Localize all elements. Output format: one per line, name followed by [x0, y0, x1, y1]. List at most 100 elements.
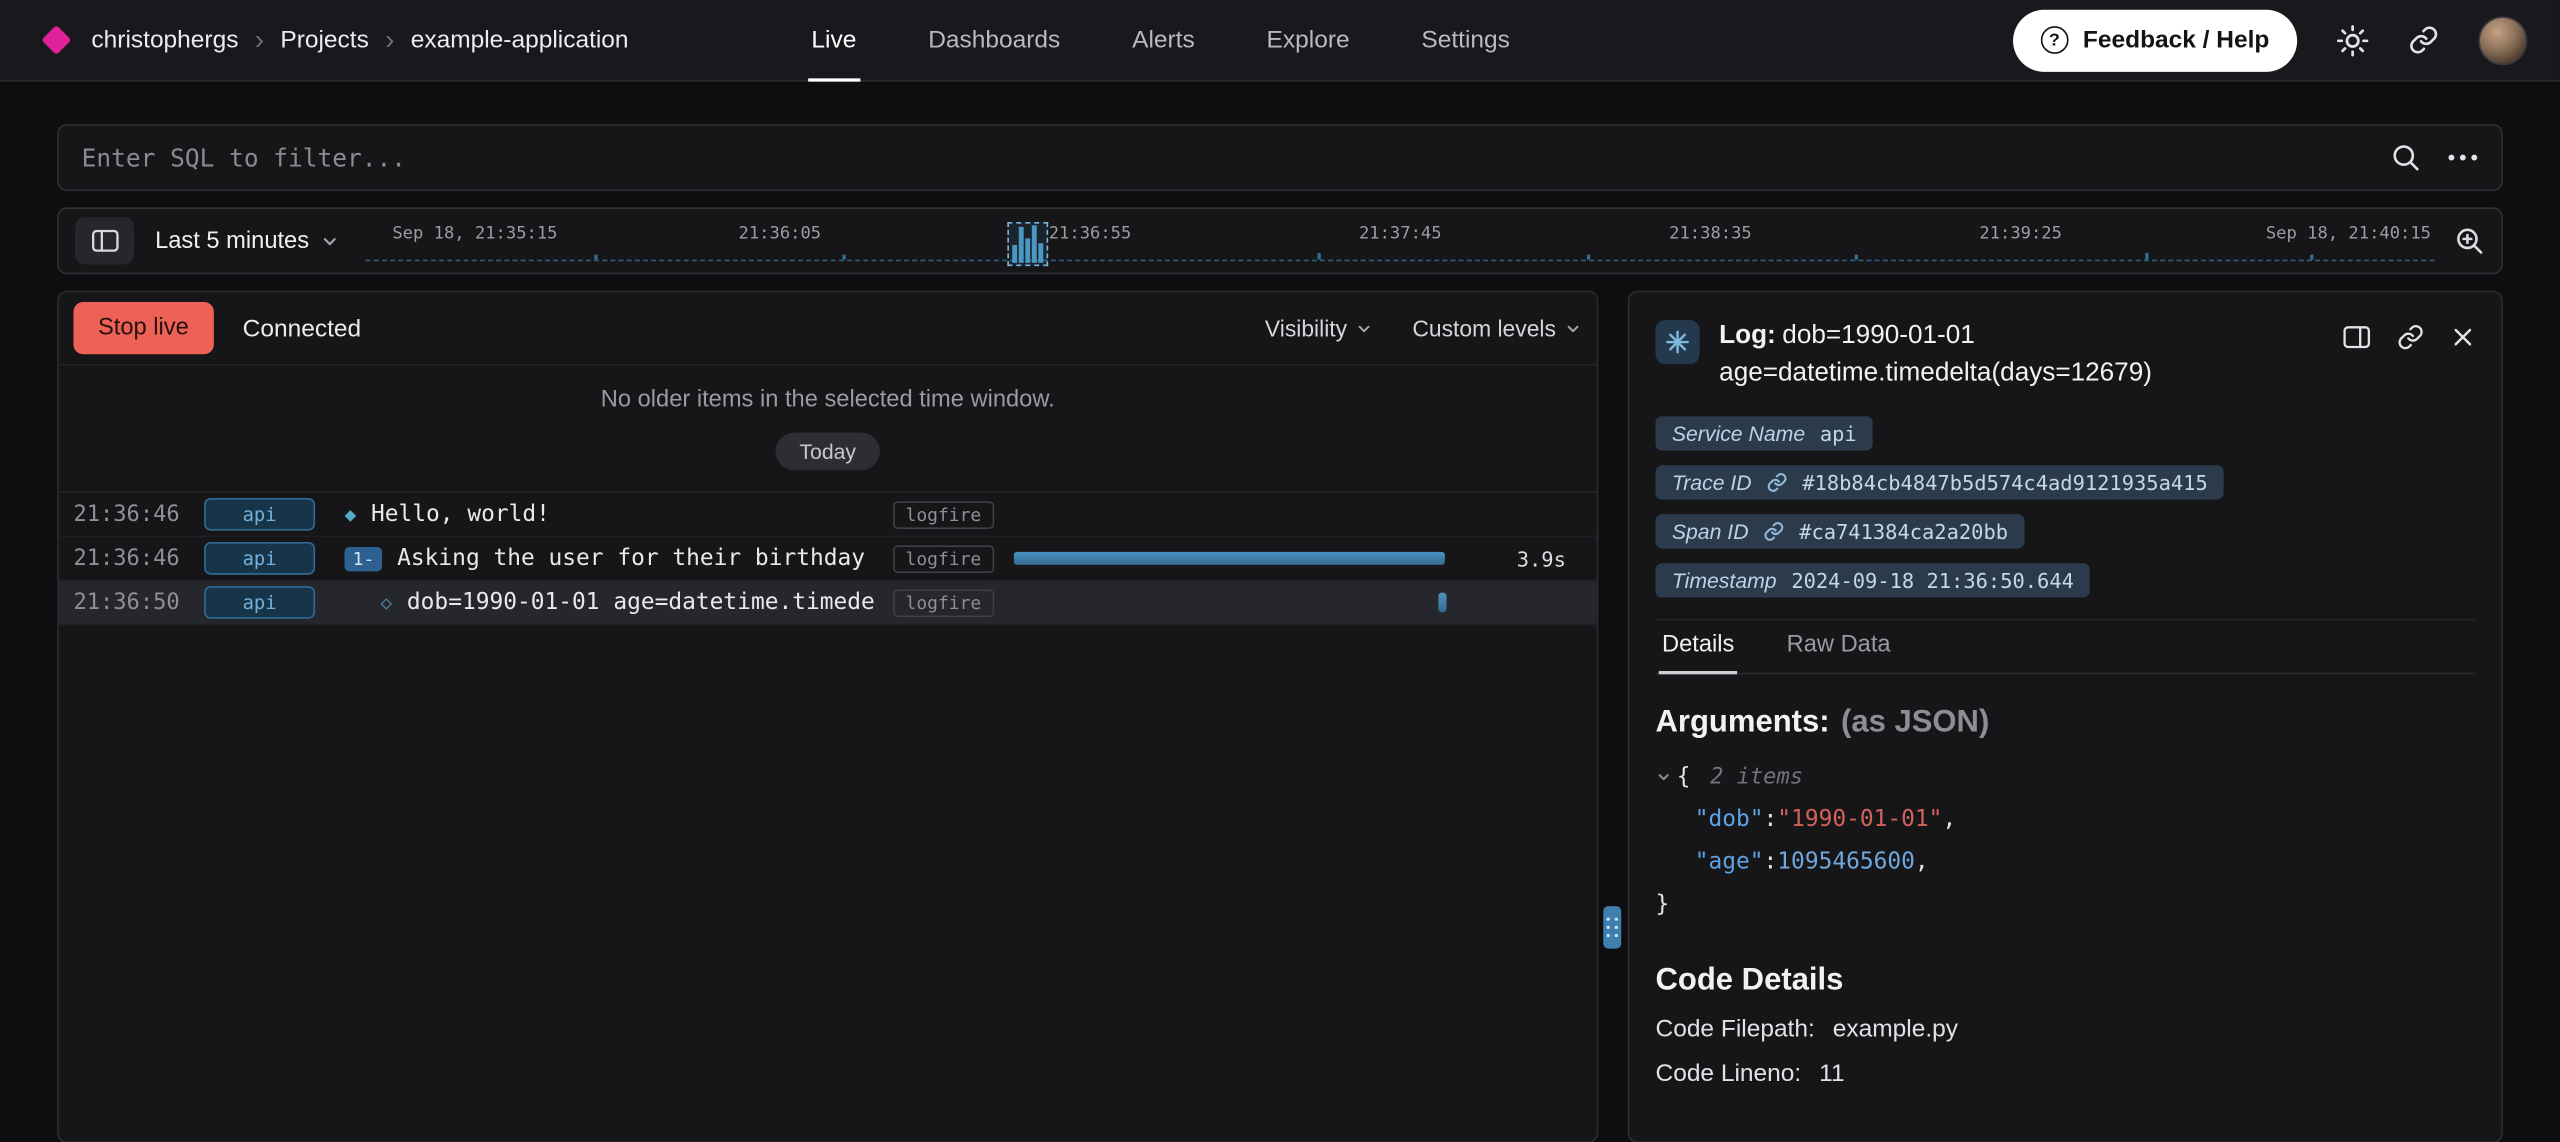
log-message: dob=1990-01-01 age=datetime.timede	[407, 589, 875, 615]
theme-toggle-button[interactable]	[2336, 24, 2369, 57]
time-range-dropdown[interactable]: Last 5 minutes	[155, 228, 340, 254]
tab-live[interactable]: Live	[776, 0, 893, 81]
tab-raw-data[interactable]: Raw Data	[1783, 620, 1893, 672]
sql-filter-input[interactable]	[82, 143, 2391, 172]
span-duration: 3.9s	[1504, 546, 1582, 570]
today-button[interactable]: Today	[775, 433, 881, 471]
service-name-chip[interactable]: Service Name api	[1656, 416, 1873, 450]
custom-levels-dropdown[interactable]: Custom levels	[1412, 315, 1582, 341]
span-bar[interactable]	[1014, 552, 1445, 565]
tab-settings[interactable]: Settings	[1386, 0, 1546, 81]
logfire-tag[interactable]: logfire	[892, 544, 994, 572]
activity-tick	[1318, 253, 1321, 260]
nav-right-actions: ? Feedback / Help	[2013, 9, 2528, 71]
chip-value: 2024-09-18 21:36:50.644	[1791, 568, 2074, 592]
user-avatar[interactable]	[2478, 16, 2527, 65]
json-items-note: 2 items	[1710, 756, 1803, 798]
activity-cluster[interactable]	[1007, 222, 1048, 266]
span-id-chip[interactable]: Span ID #ca741384ca2a20bb	[1656, 514, 2025, 548]
live-log-panel: Stop live Connected Visibility Custom le…	[57, 291, 1598, 1142]
log-timestamp: 21:36:50	[73, 589, 204, 615]
activity-tick	[1586, 255, 1589, 260]
json-open-line: { 2 items	[1656, 756, 2476, 798]
stop-live-button[interactable]: Stop live	[73, 302, 213, 354]
chip-label: Service Name	[1672, 421, 1805, 445]
json-close-brace: }	[1656, 883, 1670, 925]
json-close-line: }	[1656, 883, 2476, 925]
copy-link-button[interactable]	[2397, 323, 2425, 351]
service-badge[interactable]: api	[204, 542, 315, 575]
live-panel-header: Stop live Connected Visibility Custom le…	[59, 292, 1597, 365]
main-area: Last 5 minutes Sep 18, 21:35:15 21:36:05…	[0, 124, 2560, 1142]
trace-id-chip[interactable]: Trace ID #18b84cb4847b5d574c4ad9121935a4…	[1656, 465, 2225, 499]
content-split: Stop live Connected Visibility Custom le…	[57, 291, 2503, 1142]
breadcrumb-project[interactable]: example-application	[411, 26, 629, 54]
live-header-controls: Visibility Custom levels	[1265, 315, 1582, 341]
sidebar-toggle-button[interactable]	[75, 217, 134, 264]
sql-filter-bar	[57, 124, 2503, 191]
code-filepath-row: Code Filepath: example.py	[1656, 1016, 2476, 1044]
arguments-heading: Arguments:(as JSON)	[1656, 705, 2476, 741]
tab-alerts[interactable]: Alerts	[1096, 0, 1230, 81]
span-track	[1014, 581, 1504, 623]
share-link-button[interactable]	[2408, 24, 2439, 55]
service-badge[interactable]: api	[204, 498, 315, 531]
tab-details[interactable]: Details	[1659, 620, 1738, 672]
span-track	[1014, 537, 1504, 579]
visibility-dropdown[interactable]: Visibility	[1265, 315, 1373, 341]
timeline-tick: 21:37:45	[1359, 224, 1442, 244]
timeline-track[interactable]: Sep 18, 21:35:15 21:36:05 21:36:55 21:37…	[366, 209, 2434, 273]
service-badge[interactable]: api	[204, 586, 315, 619]
log-timestamp: 21:36:46	[73, 545, 204, 571]
log-marker-icon: ◆	[344, 503, 356, 526]
log-content: 1- Asking the user for their birthday lo…	[331, 544, 994, 572]
panel-resize-handle[interactable]	[1603, 906, 1621, 948]
more-options-button[interactable]	[2447, 153, 2478, 161]
dock-icon	[2343, 325, 2371, 349]
primary-tabs: Live Dashboards Alerts Explore Settings	[776, 0, 1546, 81]
details-panel: Log:dob=1990-01-01 age=datetime.timedelt…	[1628, 291, 2503, 1142]
span-bar[interactable]	[1438, 593, 1446, 613]
search-button[interactable]	[2390, 142, 2421, 173]
log-message: Hello, world!	[371, 501, 550, 527]
chip-value: #ca741384ca2a20bb	[1799, 519, 2008, 543]
timeline-tick: 21:36:55	[1049, 224, 1132, 244]
log-row[interactable]: 21:36:46 api ◆ Hello, world! logfire	[59, 493, 1597, 537]
tab-explore[interactable]: Explore	[1231, 0, 1386, 81]
logfire-logo-icon[interactable]	[41, 25, 71, 55]
chevron-down-icon	[1355, 319, 1373, 337]
json-key: "dob"	[1695, 798, 1764, 840]
detail-title-text: dob=1990-01-01 age=datetime.timedelta(da…	[1719, 322, 2152, 387]
activity-bar	[1012, 245, 1017, 263]
chip-value: #18b84cb4847b5d574c4ad9121935a415	[1802, 470, 2207, 494]
json-value: "1990-01-01"	[1777, 798, 1942, 840]
chevron-down-icon	[321, 231, 341, 251]
tab-dashboards[interactable]: Dashboards	[892, 0, 1096, 81]
dock-panel-button[interactable]	[2343, 323, 2371, 351]
json-key: "age"	[1695, 841, 1764, 883]
collapse-count-badge[interactable]: 1-	[344, 546, 382, 570]
arguments-heading-suffix: (as JSON)	[1841, 705, 1989, 739]
log-row-selected[interactable]: 21:36:50 api ◇ dob=1990-01-01 age=dateti…	[59, 581, 1597, 625]
zoom-in-button[interactable]	[2454, 225, 2485, 256]
activity-bar	[1025, 238, 1030, 262]
timestamp-chip[interactable]: Timestamp 2024-09-18 21:36:50.644	[1656, 563, 2091, 597]
close-icon	[2451, 325, 2475, 349]
close-details-button[interactable]	[2451, 323, 2475, 351]
activity-bar	[1038, 243, 1043, 263]
log-level-icon	[1656, 320, 1700, 364]
log-content: ◆ Hello, world! logfire	[331, 500, 994, 528]
detail-title-prefix: Log:	[1719, 322, 1776, 350]
logfire-tag[interactable]: logfire	[892, 500, 994, 528]
span-track	[1014, 493, 1504, 535]
feedback-help-button[interactable]: ? Feedback / Help	[2013, 9, 2297, 71]
json-open-brace: {	[1677, 756, 1691, 798]
visibility-label: Visibility	[1265, 315, 1347, 341]
timeline-tick: Sep 18, 21:40:15	[2266, 224, 2431, 244]
logfire-tag[interactable]: logfire	[892, 589, 994, 617]
details-header-actions	[2343, 317, 2475, 351]
breadcrumb-projects[interactable]: Projects	[280, 26, 368, 54]
collapse-caret-icon[interactable]	[1656, 769, 1672, 785]
log-row[interactable]: 21:36:46 api 1- Asking the user for thei…	[59, 537, 1597, 581]
breadcrumb-org[interactable]: christophergs	[91, 26, 238, 54]
